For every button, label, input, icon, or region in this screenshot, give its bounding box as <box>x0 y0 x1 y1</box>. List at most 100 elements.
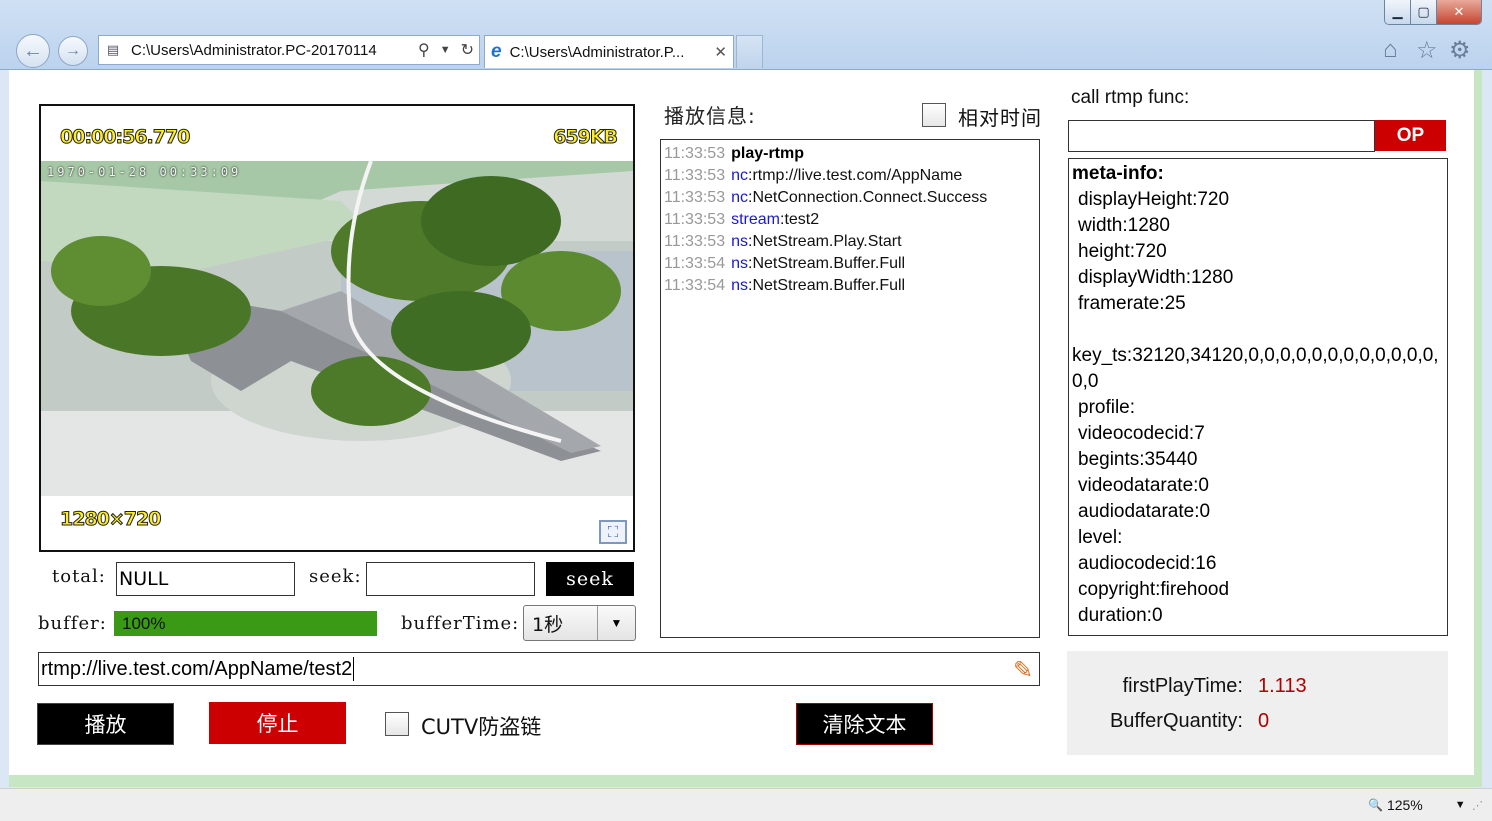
search-icon[interactable]: ⚲ <box>418 40 430 60</box>
log-value: :rtmp://live.test.com/AppName <box>748 167 963 184</box>
buffertime-selected-value: 1秒 <box>532 613 564 636</box>
close-window-icon[interactable]: ✕ <box>1437 0 1481 24</box>
log-value: :NetConnection.Connect.Success <box>748 189 988 206</box>
fullscreen-icon[interactable]: ⛶ <box>599 520 627 544</box>
buffertime-select[interactable]: 1秒 ▼ <box>523 605 636 641</box>
dropdown-arrow-icon[interactable]: ▼ <box>440 44 451 56</box>
meta-info-panel[interactable]: meta-info: displayHeight:720 width:1280 … <box>1068 158 1448 636</box>
page-file-icon: ▤ <box>106 42 120 57</box>
new-tab-button[interactable] <box>736 35 763 68</box>
log-title: play-rtmp <box>731 145 804 162</box>
zoom-dropdown-icon[interactable]: ▼ <box>1455 799 1466 811</box>
log-key: ns <box>731 277 748 294</box>
log-row: 11:33:53 nc:rtmp://live.test.com/AppName <box>664 165 1039 187</box>
log-row: 11:33:53 play-rtmp <box>664 143 1039 165</box>
op-button[interactable]: OP <box>1375 120 1446 151</box>
play-button[interactable]: 播放 <box>37 703 174 745</box>
meta-line: audiocodecid:16 <box>1078 553 1217 574</box>
log-row: 11:33:53 ns:NetStream.Play.Start <box>664 231 1039 253</box>
meta-line: copyright:firehood <box>1078 579 1230 600</box>
home-icon[interactable]: ⌂ <box>1383 36 1398 64</box>
seek-input[interactable] <box>366 562 535 596</box>
tab-title: C:\Users\Administrator.P... <box>509 43 685 61</box>
log-value: :test2 <box>780 211 820 228</box>
address-bar[interactable]: ▤ C:\Users\Administrator.PC-20170114 ⚲ ▼… <box>98 35 480 65</box>
cutv-label: CUTV防盗链 <box>421 715 542 739</box>
log-time: 11:33:54 <box>664 255 726 272</box>
meta-key-ts: key_ts:32120,34120,0,0,0,0,0,0,0,0,0,0,0… <box>1072 345 1439 392</box>
text-caret <box>353 657 355 681</box>
zoom-control[interactable]: 🔍 125% ▼ <box>1368 797 1466 813</box>
cutv-checkbox[interactable] <box>385 712 409 736</box>
log-value: :NetStream.Play.Start <box>748 233 902 250</box>
log-key: nc <box>731 167 748 184</box>
buffer-quantity-label: BufferQuantity: <box>1109 709 1243 732</box>
seek-button[interactable]: seek <box>546 562 634 596</box>
log-row: 11:33:53 stream:test2 <box>664 209 1039 231</box>
first-play-time-row: firstPlayTime: 1.113 <box>1067 671 1307 701</box>
relative-time-label: 相对时间 <box>958 106 1042 130</box>
tab-active[interactable]: e C:\Users\Administrator.P... ✕ <box>484 35 734 68</box>
log-value: :NetStream.Buffer.Full <box>748 277 906 294</box>
video-player[interactable]: 00:00:56.770 659KB 1970-01-28 00:33:09 1… <box>39 104 635 552</box>
refresh-icon[interactable]: ↻ <box>461 40 474 60</box>
total-field[interactable]: NULL <box>116 562 295 596</box>
stream-url-text: rtmp://live.test.com/AppName/test2 <box>41 657 353 680</box>
page-bottom-border <box>9 775 1474 787</box>
log-row: 11:33:54 ns:NetStream.Buffer.Full <box>664 275 1039 297</box>
meta-line: width:1280 <box>1078 215 1170 236</box>
log-key: ns <box>731 255 748 272</box>
gear-icon[interactable]: ⚙ <box>1449 36 1471 65</box>
window-controls: ▁ ▢ ✕ <box>1384 0 1482 25</box>
zoom-magnifier-icon: 🔍 <box>1368 798 1383 812</box>
call-rtmp-func-label: call rtmp func: <box>1071 87 1190 108</box>
buffer-label: buffer: <box>38 613 107 634</box>
buffer-quantity-row: BufferQuantity: 0 <box>1067 706 1269 736</box>
meta-line: level: <box>1078 527 1123 548</box>
maximize-icon[interactable]: ▢ <box>1411 0 1437 24</box>
rtmp-func-input[interactable] <box>1068 120 1375 152</box>
minimize-icon[interactable]: ▁ <box>1385 0 1411 24</box>
playback-time: 00:00:56.770 <box>59 126 190 149</box>
downloaded-size: 659KB <box>553 126 619 149</box>
address-text[interactable]: C:\Users\Administrator.PC-20170114 <box>131 42 413 59</box>
browser-status-bar: 🔍 125% ▼ ⋰ <box>0 788 1492 821</box>
back-arrow-icon[interactable]: ← <box>16 34 50 68</box>
resize-grip-icon[interactable]: ⋰ <box>1472 799 1483 812</box>
log-time: 11:33:53 <box>664 211 726 228</box>
video-image <box>41 161 633 496</box>
log-value: :NetStream.Buffer.Full <box>748 255 906 272</box>
chevron-down-icon[interactable]: ▼ <box>597 606 635 640</box>
total-label: total: <box>52 566 106 587</box>
playback-stats-panel: firstPlayTime: 1.113 BufferQuantity: 0 <box>1067 651 1448 755</box>
meta-line: height:720 <box>1078 241 1167 262</box>
forward-arrow-icon[interactable]: → <box>58 36 88 66</box>
log-key: nc <box>731 189 748 206</box>
log-key: ns <box>731 233 748 250</box>
play-info-log[interactable]: 11:33:53 play-rtmp 11:33:53 nc:rtmp://li… <box>660 139 1040 638</box>
camera-osd-timestamp: 1970-01-28 00:33:09 <box>47 165 242 179</box>
meta-line: duration:0 <box>1078 605 1163 626</box>
log-time: 11:33:54 <box>664 277 726 294</box>
ie-logo-icon: e <box>491 41 502 62</box>
page-right-border <box>1474 70 1482 787</box>
meta-line: framerate:25 <box>1078 293 1186 314</box>
log-time: 11:33:53 <box>664 167 726 184</box>
seek-label: seek: <box>309 566 362 587</box>
meta-line: displayWidth:1280 <box>1078 267 1234 288</box>
favorites-star-icon[interactable]: ☆ <box>1416 36 1438 65</box>
relative-time-checkbox[interactable] <box>922 103 946 127</box>
meta-line: videodatarate:0 <box>1078 475 1209 496</box>
clear-text-button[interactable]: 清除文本 <box>796 703 933 745</box>
buffer-progress-bar: 100% <box>114 611 377 636</box>
log-row: 11:33:54 ns:NetStream.Buffer.Full <box>664 253 1039 275</box>
meta-line: audiodatarate:0 <box>1078 501 1211 522</box>
pen-edit-icon[interactable]: ✎ <box>1008 656 1038 684</box>
log-time: 11:33:53 <box>664 189 726 206</box>
stop-button[interactable]: 停止 <box>209 702 346 744</box>
zoom-level: 125% <box>1386 797 1423 813</box>
tab-close-icon[interactable]: ✕ <box>714 43 727 61</box>
stream-url-input[interactable]: rtmp://live.test.com/AppName/test2 <box>38 652 1040 686</box>
meta-spacer <box>1072 317 1447 343</box>
browser-chrome: ▁ ▢ ✕ ← → ▤ C:\Users\Administrator.PC-20… <box>0 0 1492 70</box>
